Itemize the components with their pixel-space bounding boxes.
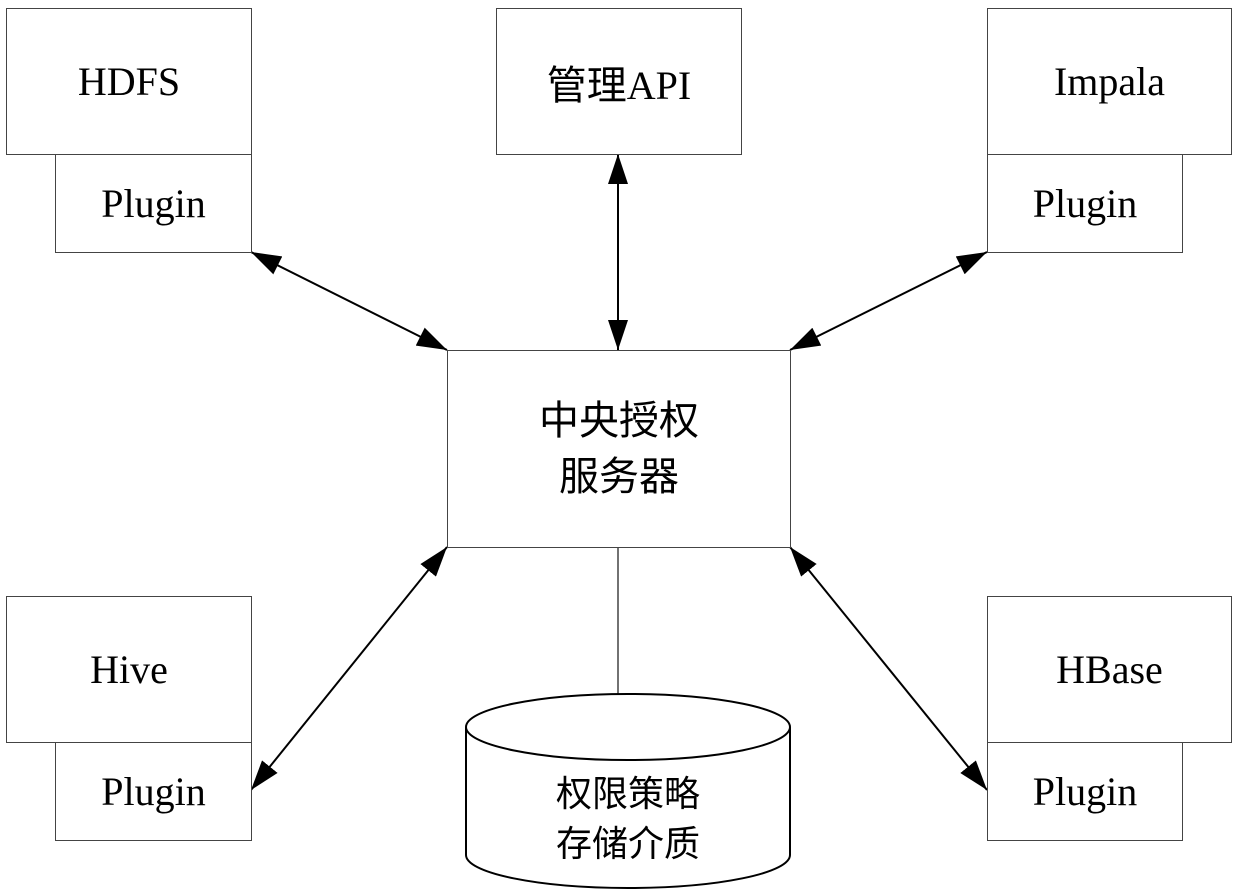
storage-label-line1: 权限策略 (555, 774, 700, 815)
hive-label: Hive (90, 647, 168, 692)
hdfs-plugin-box: Plugin (55, 154, 252, 253)
hdfs-plugin-label: Plugin (101, 181, 206, 226)
hbase-box: HBase (987, 596, 1232, 743)
central-auth-server-box: 中央授权 服务器 (447, 350, 791, 548)
edge-impala-central (789, 251, 988, 351)
edge-central-hbase (789, 546, 988, 791)
hive-box: Hive (6, 596, 252, 743)
storage-label-line2: 存储介质 (555, 824, 700, 865)
impala-plugin-box: Plugin (987, 154, 1183, 253)
central-auth-server-label-line1: 中央授权 (539, 398, 699, 444)
hbase-label: HBase (1056, 647, 1163, 692)
hdfs-box: HDFS (6, 8, 252, 155)
central-auth-server-label-line2: 服务器 (559, 454, 679, 500)
impala-plugin-label: Plugin (1032, 181, 1138, 226)
hbase-plugin-box: Plugin (987, 742, 1183, 841)
hdfs-label: HDFS (77, 59, 181, 104)
storage-label: 权限策略 存储介质 (466, 770, 790, 870)
impala-label: Impala (1053, 59, 1166, 104)
hive-plugin-box: Plugin (55, 742, 252, 841)
edge-central-hive (250, 546, 448, 791)
impala-box: Impala (987, 8, 1232, 155)
hive-plugin-label: Plugin (101, 769, 206, 814)
management-api-box: 管理API (496, 8, 742, 155)
hbase-plugin-label: Plugin (1032, 769, 1138, 814)
edge-hdfs-central (250, 251, 448, 351)
management-api-label: 管理API (546, 62, 692, 108)
